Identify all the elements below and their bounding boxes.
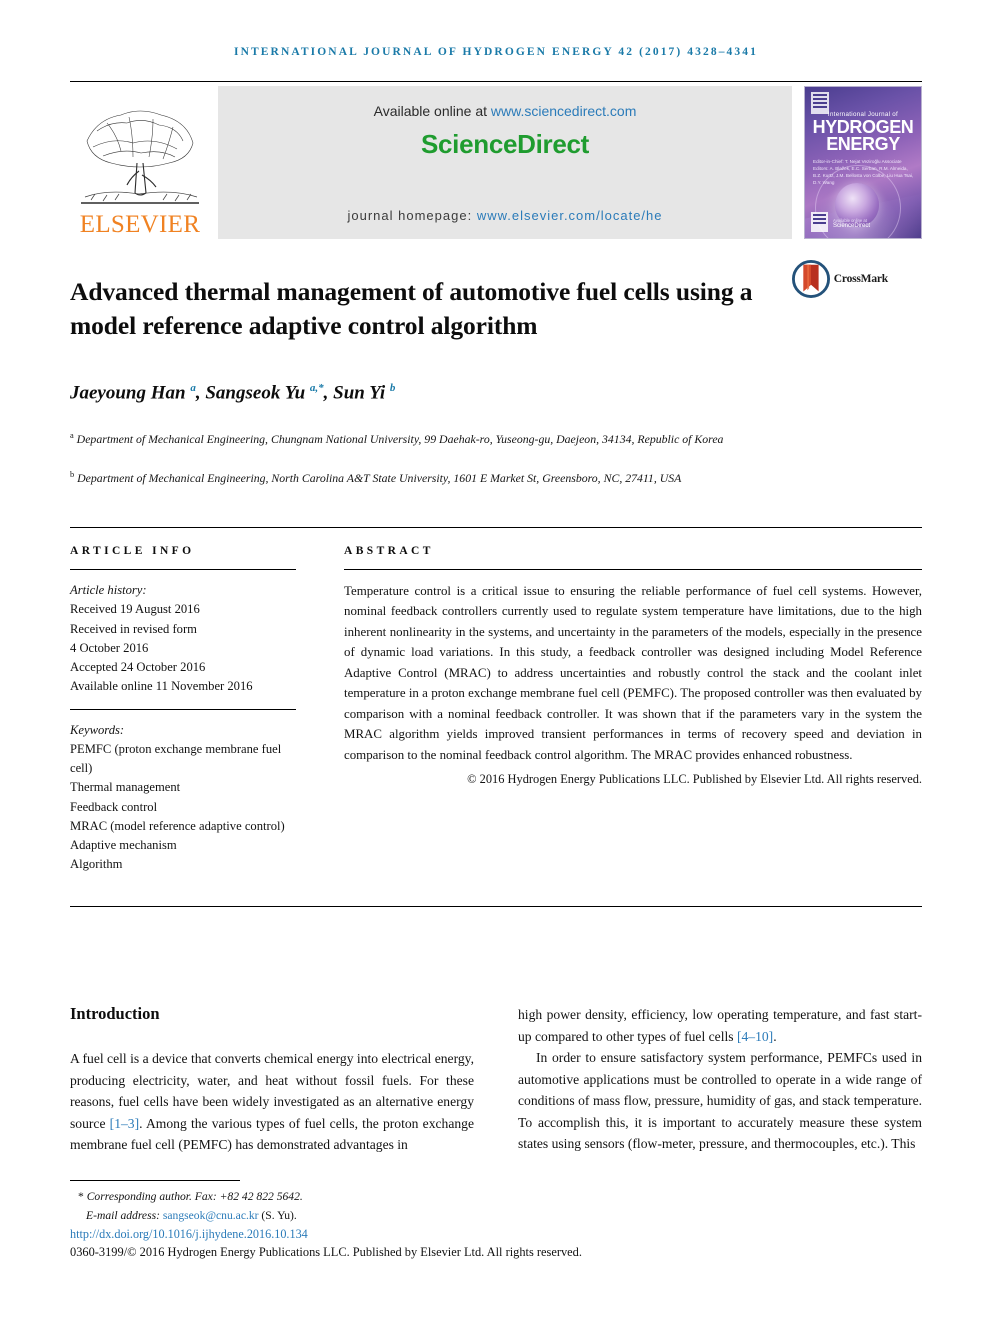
issn-copyright-line: 0360-3199/© 2016 Hydrogen Energy Publica… (70, 1245, 582, 1259)
page-title: Advanced thermal management of automotiv… (70, 277, 753, 340)
intro-p1-cont-a: high power density, efficiency, low oper… (518, 1007, 922, 1044)
article-history: Article history: Received 19 August 2016… (70, 581, 296, 697)
elsevier-tree-icon (81, 108, 199, 204)
author-email-link[interactable]: sangseok@cnu.ac.kr (163, 1209, 259, 1222)
masthead: ELSEVIER Available online at www.science… (70, 86, 922, 239)
intro-paragraph-1: A fuel cell is a device that converts ch… (70, 1048, 474, 1156)
paper-page: International Journal of Hydrogen Energy… (0, 0, 992, 1323)
cover-title-energy: ENERGY (826, 134, 900, 155)
affiliation-b: b Department of Mechanical Engineering, … (70, 469, 860, 488)
history-item-4: Available online 11 November 2016 (70, 679, 253, 694)
article-history-label: Article history: (70, 583, 147, 597)
affiliation-a-text: Department of Mechanical Engineering, Ch… (76, 431, 724, 446)
title-row: Advanced thermal management of automotiv… (70, 258, 922, 359)
intro-paragraph-1-cont: high power density, efficiency, low oper… (518, 1004, 922, 1047)
sciencedirect-logo: ScienceDirect (420, 129, 590, 159)
journal-homepage-label: journal homepage: (347, 208, 477, 223)
keyword-1: Thermal management (70, 780, 181, 795)
article-info-column: ARTICLE INFO Article history: Received 1… (70, 545, 296, 875)
corresponding-author-note: Corresponding author. Fax: +82 42 822 56… (83, 1190, 303, 1203)
abstract-rule (344, 569, 922, 570)
abstract-column: ABSTRACT Temperature control is a critic… (344, 545, 922, 787)
cover-bottom-icon (811, 212, 828, 232)
crossmark-label: CrossMark (833, 273, 888, 285)
email-suffix: (S. Yu). (258, 1208, 297, 1222)
journal-cover-image: International Journal of HYDROGEN ENERGY… (804, 86, 922, 239)
affiliation-a: a Department of Mechanical Engineering, … (70, 430, 860, 449)
history-item-2: 4 October 2016 (70, 640, 149, 655)
journal-homepage-url[interactable]: www.elsevier.com/locate/he (477, 208, 663, 223)
journal-homepage-line: journal homepage: www.elsevier.com/locat… (218, 208, 792, 223)
doi-link[interactable]: http://dx.doi.org/10.1016/j.ijhydene.201… (70, 1227, 308, 1242)
keyword-2: Feedback control (70, 799, 158, 814)
cover-journal-title: HYDROGEN ENERGY (805, 118, 921, 155)
history-item-1: Received in revised form (70, 621, 197, 636)
author-list: Jaeyoung Han a, Sangseok Yu a,*, Sun Yi … (70, 382, 396, 404)
abstract-copyright: © 2016 Hydrogen Energy Publications LLC.… (467, 772, 922, 787)
article-info-heading: ARTICLE INFO (70, 545, 195, 557)
introduction-heading: Introduction (70, 1004, 160, 1023)
affiliation-b-text: Department of Mechanical Engineering, No… (77, 470, 682, 485)
journal-running-head: International Journal of Hydrogen Energy… (234, 46, 758, 58)
abstract-block-bottom-rule (70, 906, 922, 907)
abstract-text: Temperature control is a critical issue … (344, 584, 922, 762)
email-label: E-mail address: (86, 1208, 163, 1222)
keywords-label: Keywords: (70, 722, 125, 737)
header-rule (70, 81, 922, 82)
abstract-block-top-rule (70, 527, 922, 528)
keywords-block: Keywords: PEMFC (proton exchange membran… (70, 721, 296, 875)
sciencedirect-banner: Available online at www.sciencedirect.co… (218, 86, 792, 239)
keyword-5: Algorithm (70, 857, 123, 872)
crossmark-icon (791, 260, 830, 298)
keywords-rule (70, 708, 296, 710)
abstract-heading: ABSTRACT (344, 545, 434, 557)
available-online-line: Available online at www.sciencedirect.co… (218, 103, 792, 119)
body-column-right: high power density, efficiency, low oper… (518, 1004, 922, 1156)
sciencedirect-url[interactable]: www.sciencedirect.com (491, 103, 637, 119)
citation-4-10[interactable]: [4–10] (737, 1029, 773, 1044)
citation-1-3[interactable]: [1–3] (110, 1116, 139, 1131)
history-item-0: Received 19 August 2016 (70, 602, 200, 617)
affiliation-b-marker: b (70, 470, 75, 479)
keyword-4: Adaptive mechanism (70, 838, 177, 853)
keyword-3: MRAC (model reference adaptive control) (70, 818, 285, 833)
elsevier-logo: ELSEVIER (70, 86, 210, 239)
cover-editors: Editor-in-Chief: T. Nejat Veziroğlu Asso… (813, 159, 914, 185)
available-online-text: Available online at (373, 103, 491, 119)
crossmark-badge[interactable]: CrossMark (770, 260, 888, 312)
affiliation-a-marker: a (70, 431, 74, 440)
footnote-rule (70, 1180, 240, 1181)
elsevier-wordmark: ELSEVIER (79, 211, 201, 238)
footnote-block: * Corresponding author. Fax: +82 42 822 … (70, 1188, 630, 1226)
article-info-rule (70, 569, 296, 570)
intro-paragraph-2: In order to ensure satisfactory system p… (518, 1050, 922, 1152)
intro-p1-cont-b: . (773, 1028, 777, 1044)
body-columns: Introduction A fuel cell is a device tha… (70, 1004, 922, 1156)
cover-sd-name: ScienceDirect (833, 223, 871, 229)
history-item-3: Accepted 24 October 2016 (70, 660, 206, 675)
keyword-0: PEMFC (proton exchange membrane fuel cel… (70, 741, 282, 776)
cover-sciencedirect-tag: Available online at ScienceDirect (833, 218, 870, 229)
body-column-left: Introduction A fuel cell is a device tha… (70, 1004, 474, 1156)
